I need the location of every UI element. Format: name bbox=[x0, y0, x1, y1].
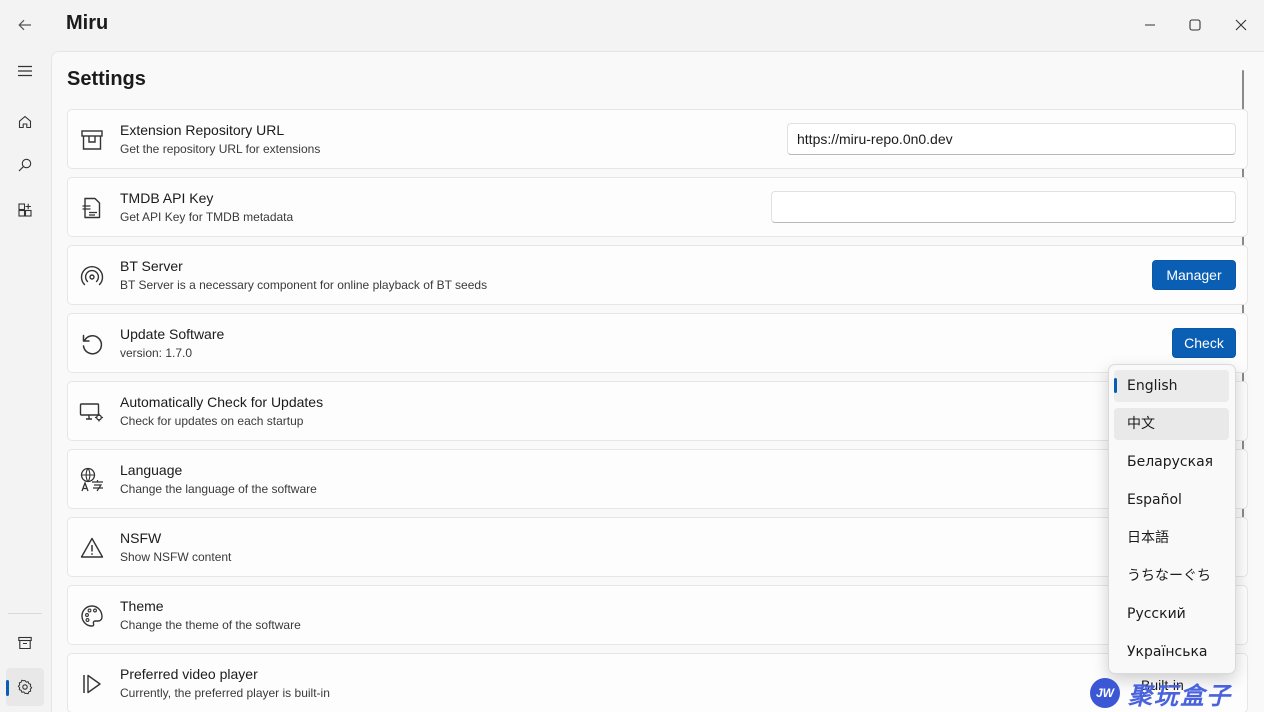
setting-description: Get the repository URL for extensions bbox=[120, 142, 321, 156]
nav-settings[interactable] bbox=[6, 668, 44, 706]
home-icon bbox=[18, 115, 32, 129]
setting-title: BT Server bbox=[120, 258, 183, 274]
close-icon bbox=[1235, 19, 1247, 31]
document-key-icon bbox=[79, 195, 105, 221]
search-icon bbox=[18, 158, 32, 172]
setting-title: Update Software bbox=[120, 326, 225, 342]
setting-title: Preferred video player bbox=[120, 666, 258, 682]
nav-extension-manager[interactable] bbox=[6, 624, 44, 662]
language-option-ukrainian[interactable]: Українська bbox=[1114, 636, 1229, 668]
page-title: Settings bbox=[67, 68, 146, 90]
settings-page: Settings Extension Repository URL Get th… bbox=[51, 51, 1264, 712]
setting-description: BT Server is a necessary component for o… bbox=[120, 278, 488, 292]
language-option-russian[interactable]: Русский bbox=[1114, 598, 1229, 630]
setting-title: Theme bbox=[120, 598, 164, 614]
setting-tmdb-api-key: TMDB API Key Get API Key for TMDB metada… bbox=[67, 177, 1248, 237]
setting-description: Show NSFW content bbox=[120, 550, 232, 564]
nav-extensions[interactable] bbox=[6, 191, 44, 229]
language-dropdown: English 中文 Беларуская Español 日本語 うちなーぐち… bbox=[1108, 364, 1236, 674]
language-option-japanese[interactable]: 日本語 bbox=[1114, 522, 1229, 554]
setting-nsfw: NSFW Show NSFW content bbox=[67, 517, 1248, 577]
arrow-left-icon bbox=[18, 19, 31, 31]
setting-description: Currently, the preferred player is built… bbox=[120, 686, 330, 700]
minimize-icon bbox=[1145, 24, 1155, 26]
nav-search[interactable] bbox=[6, 146, 44, 184]
language-option-belarusian[interactable]: Беларуская bbox=[1114, 446, 1229, 478]
nav-divider bbox=[8, 613, 42, 614]
watermark-badge: JW bbox=[1090, 678, 1120, 708]
watermark-logo: JW 聚玩盒子 bbox=[1088, 674, 1264, 712]
language-option-spanish[interactable]: Español bbox=[1114, 484, 1229, 516]
apps-add-icon bbox=[18, 203, 32, 217]
setting-language: Language Change the language of the soft… bbox=[67, 449, 1248, 509]
setting-preferred-video-player: Preferred video player Currently, the pr… bbox=[67, 653, 1248, 712]
close-button[interactable] bbox=[1224, 8, 1258, 42]
play-icon bbox=[79, 671, 105, 697]
broadcast-icon bbox=[79, 263, 105, 289]
language-option-chinese[interactable]: 中文 bbox=[1114, 408, 1229, 440]
palette-icon bbox=[79, 603, 105, 629]
setting-description: version: 1.7.0 bbox=[120, 346, 193, 360]
watermark-text: 聚玩盒子 bbox=[1128, 682, 1232, 710]
setting-title: NSFW bbox=[120, 530, 162, 546]
refresh-icon bbox=[79, 331, 105, 357]
navigation-rail bbox=[0, 50, 50, 712]
setting-auto-check-updates: Automatically Check for Updates Check fo… bbox=[67, 381, 1248, 441]
back-button[interactable] bbox=[8, 8, 42, 42]
minimize-button[interactable] bbox=[1133, 8, 1167, 42]
title-bar: Miru bbox=[0, 0, 1264, 50]
repo-url-input[interactable]: https://miru-repo.0n0.dev bbox=[787, 123, 1236, 155]
language-option-okinawan[interactable]: うちなーぐち bbox=[1114, 560, 1229, 592]
nav-home[interactable] bbox=[6, 103, 44, 141]
language-option-english[interactable]: English bbox=[1114, 370, 1229, 402]
setting-bt-server: BT Server BT Server is a necessary compo… bbox=[67, 245, 1248, 305]
gear-icon bbox=[17, 679, 33, 695]
setting-description: Get API Key for TMDB metadata bbox=[120, 210, 294, 224]
setting-title: TMDB API Key bbox=[120, 190, 214, 206]
bt-server-manager-button[interactable]: Manager bbox=[1152, 260, 1236, 290]
setting-update-software: Update Software version: 1.7.0 Check bbox=[67, 313, 1248, 373]
setting-description: Change the language of the software bbox=[120, 482, 317, 496]
tmdb-api-key-input[interactable] bbox=[771, 191, 1236, 223]
maximize-icon bbox=[1189, 19, 1201, 31]
app-title: Miru bbox=[66, 12, 109, 34]
check-update-button[interactable]: Check bbox=[1172, 328, 1236, 358]
setting-theme: Theme Change the theme of the software bbox=[67, 585, 1248, 645]
setting-title: Extension Repository URL bbox=[120, 122, 285, 138]
package-icon bbox=[79, 127, 105, 153]
warning-icon bbox=[79, 535, 105, 561]
nav-selection-indicator bbox=[6, 680, 9, 696]
setting-description: Check for updates on each startup bbox=[120, 414, 304, 428]
language-icon bbox=[79, 467, 105, 493]
setting-title: Automatically Check for Updates bbox=[120, 394, 324, 410]
setting-description: Change the theme of the software bbox=[120, 618, 301, 632]
maximize-button[interactable] bbox=[1178, 8, 1212, 42]
menu-toggle-button[interactable] bbox=[6, 52, 44, 90]
setting-extension-repo-url: Extension Repository URL Get the reposit… bbox=[67, 109, 1248, 169]
monitor-settings-icon bbox=[79, 399, 105, 425]
hamburger-menu-icon bbox=[18, 65, 32, 77]
setting-title: Language bbox=[120, 462, 183, 478]
archive-icon bbox=[18, 636, 32, 650]
selected-indicator bbox=[1114, 378, 1117, 393]
